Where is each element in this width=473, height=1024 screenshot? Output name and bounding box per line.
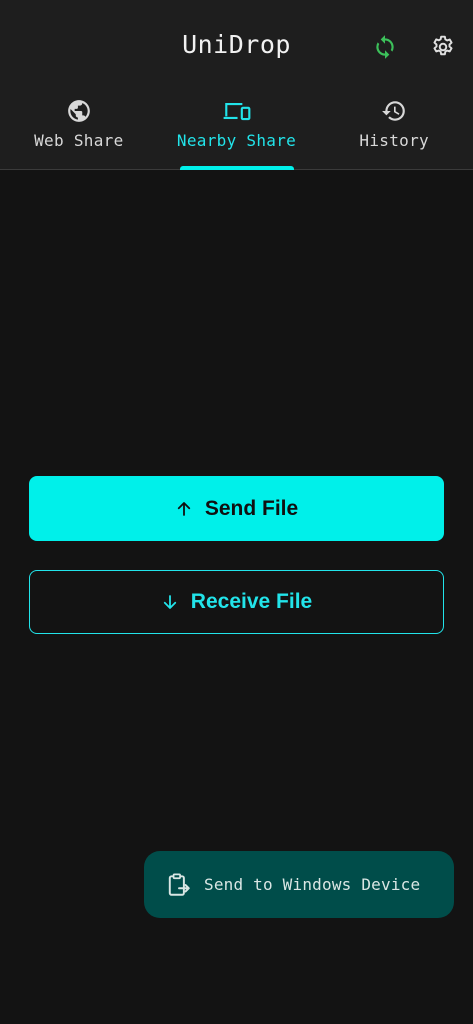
tab-history[interactable]: History bbox=[315, 94, 473, 170]
tab-label: Web Share bbox=[34, 131, 124, 150]
top-app-bar: UniDrop Web Share Nearby Share History bbox=[0, 0, 473, 170]
send-file-label: Send File bbox=[204, 496, 299, 520]
active-tab-indicator bbox=[179, 166, 294, 170]
receive-file-label: Receive File bbox=[190, 590, 313, 613]
arrow-up-icon bbox=[177, 501, 190, 516]
app-root: UniDrop Web Share Nearby Share History S… bbox=[0, 0, 473, 1024]
tab-web-share[interactable]: Web Share bbox=[0, 94, 158, 170]
clipboard-send-icon bbox=[168, 873, 190, 896]
arrow-down-icon bbox=[163, 595, 176, 609]
send-to-windows-fab[interactable]: Send to Windows Device bbox=[144, 851, 454, 918]
tab-label: Nearby Share bbox=[176, 131, 297, 150]
tab-nearby-share[interactable]: Nearby Share bbox=[158, 94, 316, 170]
tab-label: History bbox=[359, 131, 429, 150]
sync-button[interactable] bbox=[365, 27, 405, 67]
fab-label: Send to Windows Device bbox=[204, 875, 421, 894]
settings-button[interactable] bbox=[423, 27, 463, 67]
receive-file-button[interactable]: Receive File bbox=[29, 570, 444, 634]
send-file-button[interactable]: Send File bbox=[29, 476, 444, 541]
tab-bar: Web Share Nearby Share History bbox=[0, 94, 473, 170]
devices-icon bbox=[223, 102, 250, 121]
history-icon bbox=[382, 101, 406, 121]
sync-icon bbox=[376, 35, 394, 59]
gear-icon bbox=[433, 35, 453, 56]
globe-icon bbox=[67, 100, 90, 122]
